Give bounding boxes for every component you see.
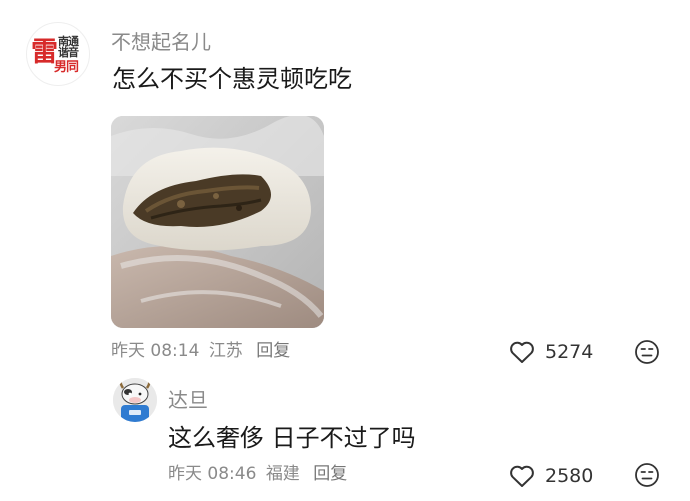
avatar[interactable]: 雷 南通 谐音 男同: [26, 22, 90, 86]
meh-face-icon: [635, 340, 659, 364]
reply-username[interactable]: 达旦: [168, 390, 208, 410]
reply-meta: 昨天 08:46 福建 回复: [168, 466, 347, 483]
reply-like-button[interactable]: 2580: [509, 464, 593, 488]
reply-time: 昨天 08:46: [168, 464, 257, 484]
reply-avatar[interactable]: [113, 378, 157, 422]
comment-image[interactable]: [111, 116, 324, 328]
comment-like-button[interactable]: 5274: [509, 340, 593, 364]
comment-dislike-button[interactable]: [634, 339, 660, 369]
cartoon-cow-avatar: [113, 378, 157, 422]
avatar-text-line2: 谐音: [58, 46, 79, 59]
meh-face-icon: [635, 463, 659, 487]
heart-outline-icon: [510, 465, 534, 487]
reply-location: 福建: [265, 464, 300, 484]
comment-location: 江苏: [208, 341, 243, 361]
comment-username[interactable]: 不想起名儿: [111, 32, 211, 52]
comment-meta: 昨天 08:14 江苏 回复: [111, 343, 290, 360]
comment-content[interactable]: 怎么不买个惠灵顿吃吃: [112, 67, 352, 91]
comment-thread: 雷 南通 谐音 男同 不想起名儿 怎么不买个惠灵顿吃吃 昨天 08:14 江苏 …: [0, 0, 690, 501]
comment-reply-button[interactable]: 回复: [256, 341, 290, 361]
comment-time: 昨天 08:14: [111, 341, 200, 361]
reply-reply-button[interactable]: 回复: [313, 464, 347, 484]
food-photo-illustration: [111, 116, 324, 328]
heart-outline-icon: [510, 341, 534, 363]
reply-dislike-button[interactable]: [634, 462, 660, 492]
reply-like-count: 2580: [545, 464, 594, 487]
avatar-text-line3: 男同: [54, 60, 79, 75]
comment-like-count: 5274: [545, 340, 594, 363]
reply-content[interactable]: 这么奢侈 日子不过了吗: [168, 426, 416, 450]
